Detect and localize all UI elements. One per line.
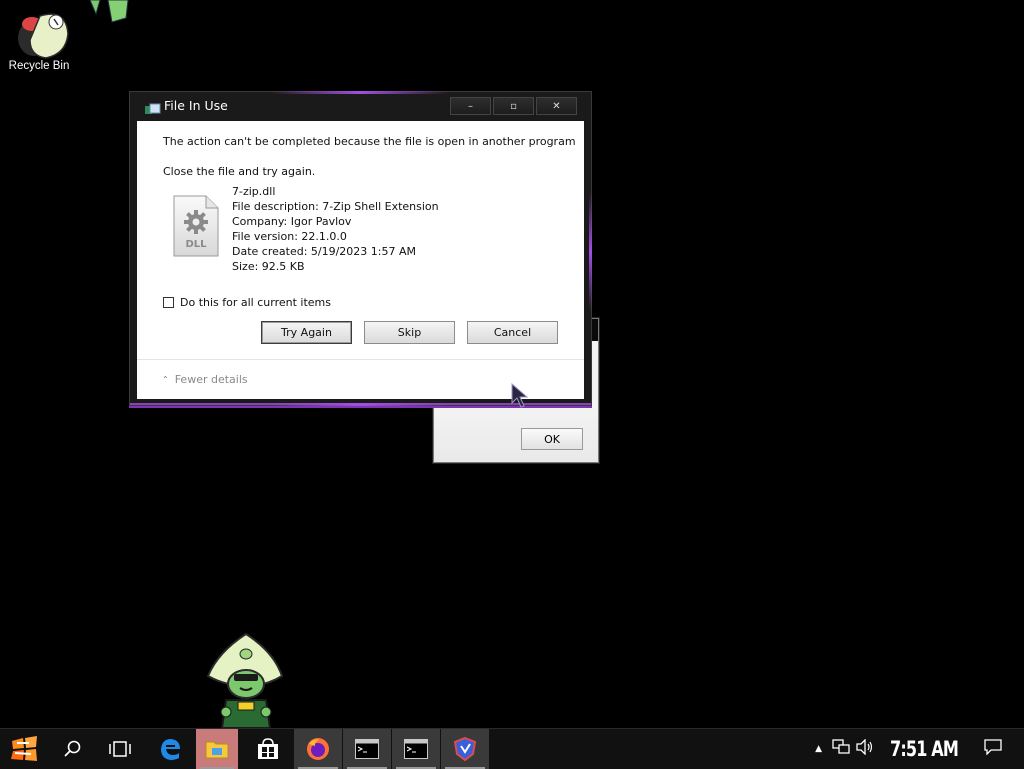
recycle-bin-label: Recycle Bin: [8, 60, 70, 72]
search-button[interactable]: [48, 729, 96, 769]
file-name: 7-zip.dll: [232, 185, 276, 198]
dialog-content: The action can't be completed because th…: [137, 121, 584, 399]
system-tray: ▲ 7:51 AM: [815, 729, 1024, 769]
mascot-top-icon: [86, 0, 132, 30]
console-icon: [404, 739, 428, 759]
close-button[interactable]: ✕: [536, 97, 577, 115]
volume-icon[interactable]: [856, 738, 874, 759]
file-company: Company: Igor Pavlov: [232, 215, 352, 228]
fewer-details-toggle[interactable]: ⌃ Fewer details: [162, 373, 248, 386]
action-center-icon[interactable]: [984, 739, 1002, 759]
recycle-bin-shortcut[interactable]: Recycle Bin: [6, 4, 102, 72]
taskbar-terminal-2[interactable]: [392, 729, 440, 769]
maximize-button[interactable]: ▫: [493, 97, 534, 115]
skip-button[interactable]: Skip: [364, 321, 455, 344]
file-version: File version: 22.1.0.0: [232, 230, 347, 243]
task-view-button[interactable]: [96, 729, 144, 769]
start-logo-icon: [11, 736, 37, 761]
file-description: File description: 7-Zip Shell Extension: [232, 200, 439, 213]
network-icon[interactable]: [832, 739, 850, 759]
taskbar-firefox[interactable]: [294, 729, 342, 769]
accent-glow-right: [589, 192, 592, 312]
apply-all-label: Do this for all current items: [180, 296, 331, 309]
apply-all-option[interactable]: Do this for all current items: [163, 296, 331, 309]
mouse-cursor-icon: [511, 382, 529, 413]
file-in-use-dialog: File In Use – ▫ ✕ The action can't be co…: [129, 91, 592, 406]
accent-glow-bottom: [270, 403, 450, 406]
mascot-character-icon: [204, 632, 288, 732]
taskbar-edge[interactable]: [146, 729, 194, 769]
edge-browser-icon: [161, 739, 180, 760]
dialog-titlebar[interactable]: File In Use – ▫ ✕: [130, 92, 591, 120]
task-view-icon: [109, 741, 131, 757]
window-controls: – ▫ ✕: [450, 97, 577, 115]
dll-icon-label: DLL: [185, 239, 207, 250]
chevron-up-icon: ⌃: [162, 375, 169, 384]
store-icon: [258, 738, 278, 759]
taskbar-file-explorer[interactable]: [196, 729, 238, 769]
taskbar-terminal-1[interactable]: [343, 729, 391, 769]
taskbar-app[interactable]: [441, 729, 489, 769]
dll-file-icon: DLL: [170, 194, 222, 258]
search-icon: [64, 740, 81, 757]
firefox-icon: [307, 738, 329, 760]
instruction-text: Close the file and try again.: [163, 165, 316, 178]
taskbar-store[interactable]: [244, 729, 292, 769]
taskbar: ▲ 7:51 AM: [0, 728, 1024, 769]
file-date-created: Date created: 5/19/2023 1:57 AM: [232, 245, 417, 258]
file-details: 7-zip.dll File description: 7-Zip Shell …: [232, 184, 439, 274]
dialog-title: File In Use: [164, 98, 228, 113]
folder-icon: [205, 741, 229, 759]
cancel-button[interactable]: Cancel: [467, 321, 558, 344]
ok-button[interactable]: OK: [521, 428, 583, 450]
console-icon: [355, 739, 379, 759]
details-divider: [137, 359, 584, 360]
start-button[interactable]: [0, 729, 48, 769]
recycle-bin-icon: [6, 4, 102, 60]
fewer-details-label: Fewer details: [174, 373, 248, 386]
file-copy-icon: [145, 100, 161, 114]
error-message: The action can't be completed because th…: [163, 135, 576, 148]
file-size: Size: 92.5 KB: [232, 260, 305, 273]
apply-all-checkbox[interactable]: [163, 297, 174, 308]
clock[interactable]: 7:51 AM: [890, 737, 959, 761]
try-again-button[interactable]: Try Again: [261, 321, 352, 344]
minimize-button[interactable]: –: [450, 97, 491, 115]
shield-app-icon: [453, 736, 477, 762]
chevron-up-icon[interactable]: ▲: [815, 744, 822, 754]
